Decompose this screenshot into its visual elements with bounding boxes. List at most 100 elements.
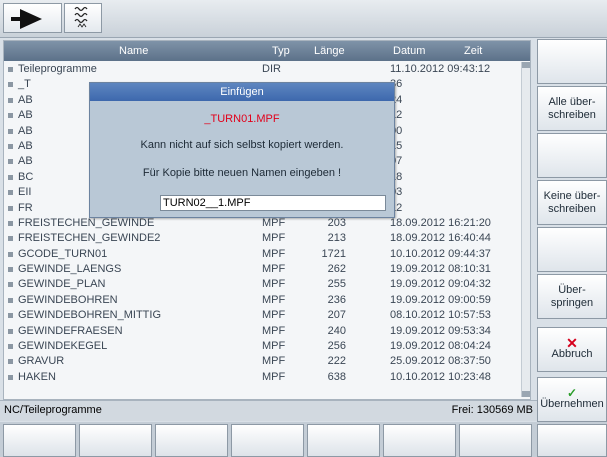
machine-area-button[interactable]: [3, 3, 62, 33]
table-row[interactable]: Teileprogramme DIR 11.10.2012 09:43:12: [4, 62, 522, 77]
ueberspringen-button[interactable]: Über- springen: [537, 274, 607, 319]
table-row[interactable]: GEWINDE_LAENGS MPF 262 19.09.2012 08:10:31: [4, 262, 522, 277]
softkey-h7[interactable]: [459, 424, 532, 457]
column-header-time[interactable]: Zeit: [464, 45, 482, 57]
table-row[interactable]: FREISTECHEN_GEWINDE2 MPF 213 18.09.2012 16:…: [4, 231, 522, 246]
softkey-v5[interactable]: [537, 227, 607, 272]
table-row[interactable]: GEWINDEKEGEL MPF 256 19.09.2012 08:04:24: [4, 339, 522, 354]
file-name: AB: [18, 124, 33, 137]
file-type: MPF: [262, 232, 286, 245]
file-icon: [8, 359, 13, 365]
softkey-h4[interactable]: [231, 424, 304, 457]
softkey-h1[interactable]: [3, 424, 76, 457]
softkey-h2[interactable]: [79, 424, 152, 457]
column-header-date[interactable]: Datum: [393, 45, 425, 57]
file-datetime: 10.10.2012 10:23:48: [390, 370, 491, 383]
file-type: MPF: [262, 370, 286, 383]
abbruch-button[interactable]: ✕ Abbruch: [537, 327, 607, 372]
softkey-v3[interactable]: [537, 133, 607, 178]
insert-dialog: Einfügen _TURN01.MPF Kann nicht auf sich…: [89, 82, 395, 218]
scroll-up-arrow-icon[interactable]: [522, 62, 530, 68]
softkey-h6[interactable]: [383, 424, 456, 457]
file-length: 255: [327, 278, 346, 291]
file-datetime: 18.09.2012 16:21:20: [390, 216, 491, 229]
dialog-prompt: Für Kopie bitte neuen Namen eingeben !: [142, 167, 342, 179]
file-length: 203: [327, 216, 346, 229]
softkey-v1[interactable]: [537, 39, 607, 84]
file-icon: [8, 159, 13, 165]
red-x-icon: ✕: [566, 335, 578, 351]
table-row[interactable]: GEWINDEFRAESEN MPF 240 19.09.2012 09:53:34: [4, 324, 522, 339]
file-icon: [8, 143, 13, 149]
table-row[interactable]: GEWINDEBOHREN_MITTIG MPF 207 08.10.2012 10:…: [4, 308, 522, 323]
file-icon: [8, 236, 13, 242]
file-name: GEWINDEKEGEL: [18, 340, 108, 353]
scroll-down-arrow-icon[interactable]: [522, 391, 530, 397]
column-header-type[interactable]: Typ: [272, 45, 290, 57]
table-row[interactable]: HAKEN MPF 638 10.10.2012 10:23:48: [4, 370, 522, 385]
horizontal-softkeys: [0, 422, 607, 457]
uebernehmen-button[interactable]: ✓ Übernehmen: [537, 377, 607, 422]
list-scrollbar[interactable]: [521, 62, 530, 397]
file-length: 262: [327, 263, 346, 276]
file-icon: [8, 282, 13, 288]
new-name-input[interactable]: [160, 195, 386, 211]
file-datetime: 10.10.2012 09:44:37: [390, 247, 491, 260]
alle-ueberschreiben-button[interactable]: Alle über- schreiben: [537, 86, 607, 131]
file-type: MPF: [262, 355, 286, 368]
free-space: Frei: 130569 MB: [451, 404, 533, 416]
file-name: GEWINDE_PLAN: [18, 278, 106, 291]
file-type: MPF: [262, 247, 286, 260]
softkey-h5[interactable]: [307, 424, 380, 457]
table-row[interactable]: FREISTECHEN_GEWINDE MPF 203 18.09.2012 16:2…: [4, 216, 522, 231]
table-row[interactable]: GEWINDE_PLAN MPF 255 19.09.2012 09:04:32: [4, 277, 522, 292]
file-name: GEWINDEFRAESEN: [18, 324, 123, 337]
file-name: AB: [18, 155, 33, 168]
column-header-name[interactable]: Name: [119, 45, 148, 57]
table-row[interactable]: GCODE_TURN01 MPF 1721 10.10.2012 09:44:37: [4, 247, 522, 262]
keine-ueberschreiben-button[interactable]: Keine über- schreiben: [537, 180, 607, 225]
file-icon: [8, 174, 13, 180]
file-datetime: 25.09.2012 08:37:50: [390, 355, 491, 368]
current-path: NC/Teileprogramme: [4, 404, 102, 416]
file-datetime: 19.09.2012 08:04:24: [390, 340, 491, 353]
wave-button[interactable]: [64, 3, 102, 33]
file-type: MPF: [262, 340, 286, 353]
file-datetime: 18.09.2012 16:40:44: [390, 232, 491, 245]
softkey-h8[interactable]: [537, 424, 607, 457]
wave-icon: [74, 6, 88, 28]
file-icon: [8, 344, 13, 350]
ueberspringen-label: Über- springen: [550, 283, 594, 309]
alle-ueberschreiben-label: Alle über- schreiben: [548, 95, 596, 121]
softkey-h3[interactable]: [155, 424, 228, 457]
file-name: AB: [18, 93, 33, 106]
file-name: GEWINDE_LAENGS: [18, 263, 122, 276]
dialog-message: Kann nicht auf sich selbst kopiert werde…: [140, 139, 344, 151]
table-row[interactable]: GRAVUR MPF 222 25.09.2012 08:37:50: [4, 354, 522, 369]
file-length: 213: [327, 232, 346, 245]
file-name: GEWINDEBOHREN_MITTIG: [18, 309, 162, 322]
file-name: AB: [18, 109, 33, 122]
file-name: _T: [18, 78, 31, 91]
file-icon: [8, 205, 13, 211]
green-check-icon: ✓: [566, 386, 578, 400]
file-length: 256: [327, 340, 346, 353]
machine-area-arrow-icon: [20, 9, 42, 29]
file-length: 207: [327, 309, 346, 322]
file-icon: [8, 374, 13, 380]
column-header-length[interactable]: Länge: [314, 45, 345, 57]
file-icon: [8, 297, 13, 303]
file-icon: [8, 97, 13, 103]
table-row[interactable]: GEWINDEBOHREN MPF 236 19.09.2012 09:00:59: [4, 293, 522, 308]
file-name: GEWINDEBOHREN: [18, 293, 118, 306]
file-icon: [8, 251, 13, 257]
file-length: 240: [327, 324, 346, 337]
file-icon: [8, 128, 13, 134]
file-name: FREISTECHEN_GEWINDE2: [18, 232, 161, 245]
file-datetime: 19.09.2012 09:00:59: [390, 293, 491, 306]
file-length: 1721: [321, 247, 346, 260]
top-bar: [0, 0, 607, 38]
file-icon: [8, 220, 13, 226]
file-icon: [8, 190, 13, 196]
file-name: AB: [18, 139, 33, 152]
